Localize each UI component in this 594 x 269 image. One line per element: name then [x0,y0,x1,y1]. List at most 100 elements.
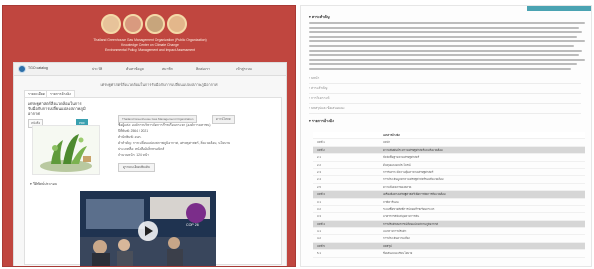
table-cell-title: บทสรุป [383,243,392,248]
meta-author: ชื่อผู้แต่ง: องค์การบริหารจัดการก๊าซเรือ… [118,123,211,127]
video-section-label: วีดิทัศน์ประกอบ [32,182,58,186]
outline-item-3[interactable]: › การวิเคราะห์ [309,94,581,104]
table-row[interactable]: 4.2 การประเมินความเสี่ยง [313,235,585,243]
table-row[interactable]: 4.1 แนวทางการปรับตัว [313,228,585,236]
table-row[interactable]: 3.1 ภาษีคาร์บอน [313,199,585,206]
table-cell-title: บทนำ [383,140,391,145]
table-cell-title: แนวทางการปรับตัว [383,229,407,234]
nav-item-1[interactable]: ประวัติ [92,66,102,72]
table-cell-number: 4.2 [317,236,321,241]
table-cell-number: 4.1 [317,229,321,234]
summary-heading-label: สาระสำคัญ [311,15,330,19]
paragraph-line [309,40,585,43]
paragraph-line [309,49,583,52]
banner-photo-3 [145,14,165,34]
summary-heading: ▾ สาระสำคัญ [309,15,330,19]
paragraph-line [309,58,585,61]
summary-paragraph [309,22,585,70]
table-header-label: เอกสารอ้างอิง [383,133,400,137]
paragraph-line [309,44,574,47]
meta-keywords: คำสำคัญ: การเปลี่ยนแปลงสภาพภูมิอากาศ, เศ… [118,141,231,145]
table-row[interactable]: บทที่ 2 ความสัมพันธ์ระหว่างเศรษฐศาสตร์และ… [313,146,585,155]
meta-pages: จำนวนหน้า: 124 หน้า [118,153,149,157]
brand-label[interactable]: TGO catalog [28,66,48,70]
outline-item-4-label: บทสรุปและข้อเสนอแนะ [311,106,345,110]
table-cell-number: 2.2 [317,162,321,167]
table-cell-number: บทที่ 5 [317,243,325,248]
references-heading-label: รายการอ้างอิง [311,119,334,123]
right-screenshot: ▾ สาระสำคัญ › บทนำ › สาระสำคัญ › การวิเค… [300,5,592,267]
table-cell-number: 3.2 [317,206,321,211]
paragraph-line [309,22,585,24]
table-cell-number: 2.4 [317,177,321,182]
table-cell-title: เครื่องมือทางเศรษฐศาสตร์เพื่อการจัดการสิ… [383,192,446,197]
left-screenshot: Thailand Greenhouse Gas Management Organ… [2,5,296,267]
banner-photo-1 [101,14,121,34]
nav-item-3[interactable]: สมาชิก [162,66,173,72]
nav-item-4[interactable]: ติดต่อเรา [196,66,210,72]
video-badge: COP 26 [186,223,199,227]
table-cell-title: ระบบซื้อขายสิทธิ์การปล่อยก๊าซเรือนกระจก [383,206,435,211]
table-cell-title: ความล้มเหลวของตลาด [383,184,412,189]
main-panel: TGO catalog ประวัติ ค้นหาข้อมูล สมาชิก ต… [13,62,287,266]
page-title: เศรษฐศาสตร์สิ่งแวดล้อมในการรับมือกับการเ… [100,83,218,87]
nav-item-5[interactable]: เข้าสู่ระบบ [236,66,252,72]
publisher-chip[interactable]: Thailand Greenhouse Gas Management Organ… [118,115,198,123]
table-cell-number: 2.5 [317,184,321,189]
table-cell-number: 5.1 [317,251,321,256]
outline-item-1-label: บทนำ [311,76,320,80]
table-row[interactable]: บทที่ 4 การปรับตัวต่อการเปลี่ยนแปลงสภาพภู… [313,220,585,229]
table-cell-title: ความสัมพันธ์ระหว่างเศรษฐศาสตร์และสิ่งแวด… [383,147,443,152]
table-header: เอกสารอ้างอิง [313,132,585,140]
table-cell-title: การวิเคราะห์ความคุ้มค่าทางเศรษฐศาสตร์ [383,169,434,174]
paragraph-line [309,63,577,66]
top-nav: TGO catalog ประวัติ ค้นหาข้อมูล สมาชิก ต… [14,63,286,76]
banner-photo-2 [123,14,143,34]
references-table: เอกสารอ้างอิง บทที่ 1 บทนำบทที่ 2 ความสัมพ… [313,132,585,258]
table-cell-number: บทที่ 3 [317,192,325,197]
download-chip[interactable]: ดาวน์โหลด [212,115,235,124]
outline-item-4[interactable]: › บทสรุปและข้อเสนอแนะ [309,104,581,114]
table-row[interactable]: บทที่ 3 เครื่องมือทางเศรษฐศาสตร์เพื่อการจ… [313,191,585,199]
table-row[interactable]: 2.4 การประเมินมูลค่าทางเศรษฐศาสตร์ของสิ่ง… [313,176,585,184]
header-banner: Thailand Greenhouse Gas Management Organ… [3,6,295,58]
table-row[interactable]: 2.2 ต้นทุนและผลประโยชน์ [313,162,585,169]
cover-illustration [33,126,99,174]
nav-item-2[interactable]: ค้นหาข้อมูล [126,66,144,72]
book-title: เศรษฐศาสตร์สิ่งแวดล้อมในการรับมือกับการเ… [28,101,86,116]
paragraph-line [309,31,583,34]
table-row[interactable]: 2.1 ปัจจัยพื้นฐานทางเศรษฐศาสตร์ [313,154,585,162]
banner-text-3: Environmental Policy, Management and Imp… [104,48,196,52]
table-row[interactable]: 2.3 การวิเคราะห์ความคุ้มค่าทางเศรษฐศาสตร์ [313,169,585,177]
table-cell-number: บทที่ 4 [317,221,325,226]
paragraph-line [309,54,580,57]
top-accent-tab [527,6,591,11]
table-row[interactable]: 3.2 ระบบซื้อขายสิทธิ์การปล่อยก๊าซเรือนกระ… [313,206,585,214]
paragraph-line [309,67,572,70]
table-cell-number: 2.1 [317,155,321,160]
table-row[interactable]: 5.1 ข้อเสนอแนะเชิงนโยบาย [313,250,585,258]
table-row[interactable]: บทที่ 5 บทสรุป [313,242,585,251]
outline-item-3-label: การวิเคราะห์ [311,96,330,100]
table-cell-number: บทที่ 1 [317,140,325,145]
paragraph-line [309,26,580,29]
logo-icon[interactable] [18,65,26,73]
table-row[interactable]: 3.3 มาตรการสนับสนุนทางการเงิน [313,213,585,221]
table-cell-number: 3.3 [317,214,321,219]
table-cell-title: ข้อเสนอแนะเชิงนโยบาย [383,251,413,256]
more-details-button[interactable]: ดูรายละเอียดเพิ่มเติม [118,163,155,172]
table-cell-number: บทที่ 2 [317,147,325,152]
table-row[interactable]: 2.5 ความล้มเหลวของตลาด [313,184,585,192]
banner-photo-4 [167,14,187,34]
table-cell-number: 3.1 [317,199,321,204]
outline-item-1[interactable]: › บทนำ [309,74,581,84]
table-cell-title: การปรับตัวต่อการเปลี่ยนแปลงสภาพภูมิอากาศ [383,221,439,226]
table-row[interactable]: บทที่ 1 บทนำ [313,139,585,147]
table-cell-title: การประเมินมูลค่าทางเศรษฐศาสตร์ของสิ่งแวด… [383,177,444,182]
video-player[interactable]: COP 26 [80,191,216,266]
references-heading: ▾ รายการอ้างอิง [309,119,334,123]
paragraph-line [309,35,577,38]
outline-item-2[interactable]: › สาระสำคัญ [309,84,581,94]
video-section-heading: ▾ วีดิทัศน์ประกอบ [30,182,58,186]
book-cover-image [32,125,100,175]
